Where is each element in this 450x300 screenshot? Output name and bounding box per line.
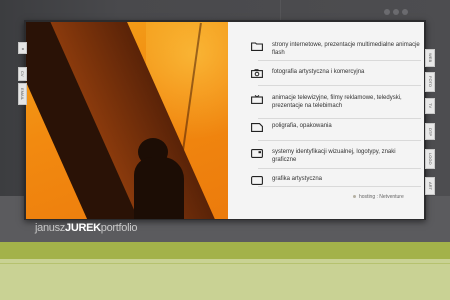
tab-art[interactable]: ART [425, 177, 435, 195]
window-dot[interactable] [393, 9, 399, 15]
left-tab-cv[interactable]: CV [18, 67, 27, 81]
card-icon [251, 149, 263, 158]
tab-logo[interactable]: LOGO [425, 149, 435, 169]
menu-item-art[interactable]: grafika artystyczna [230, 175, 420, 185]
tab-tv[interactable]: TV [425, 98, 435, 114]
frame-icon [251, 176, 263, 185]
olive-band [0, 242, 450, 259]
left-tab-email[interactable]: EMAIL [18, 83, 27, 105]
bullet-icon [353, 195, 356, 199]
offer-menu: strony internetowe, prezentacje multimed… [228, 22, 424, 219]
tv-icon [251, 95, 263, 104]
pale-band [0, 259, 450, 300]
window-dot[interactable] [402, 9, 408, 15]
camera-icon [251, 69, 263, 78]
menu-item-web[interactable]: strony internetowe, prezentacje multimed… [230, 41, 420, 57]
menu-item-foto[interactable]: fotografia artystyczna i komercyjna [230, 68, 420, 78]
menu-item-tv[interactable]: animacje telewizyjne, filmy reklamowe, t… [230, 94, 420, 110]
tab-web[interactable]: WEB [425, 49, 435, 67]
portfolio-photo [26, 22, 228, 219]
site-logo[interactable]: januszJUREKportfolio [35, 222, 138, 234]
window-dot[interactable] [384, 9, 390, 15]
tab-dtp[interactable]: DTP [425, 123, 435, 140]
window-controls [384, 9, 408, 15]
menu-item-dtp[interactable]: poligrafia, opakowania [230, 122, 420, 132]
tab-foto[interactable]: FOTO [425, 72, 435, 92]
folder-icon [251, 42, 263, 51]
pale-band-line [0, 263, 450, 264]
left-tab-back[interactable]: ◂ [18, 42, 27, 54]
menu-item-logo[interactable]: systemy identyfikacji wizualnej, logotyp… [230, 148, 420, 164]
label-icon [251, 123, 263, 132]
hosting-link[interactable]: hosting : Netventure [353, 194, 404, 200]
